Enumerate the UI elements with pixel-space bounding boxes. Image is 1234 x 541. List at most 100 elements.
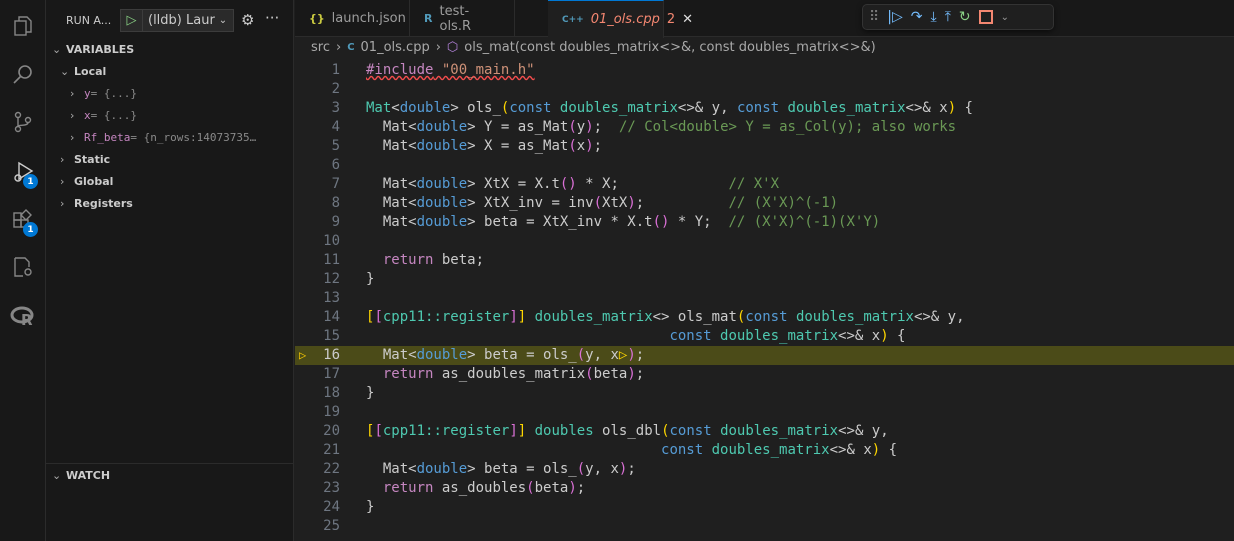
line-number[interactable]: 12 (295, 270, 340, 289)
extensions-icon[interactable]: 1 (0, 200, 46, 240)
breakpoint-current-icon[interactable]: ▷ (299, 346, 306, 365)
variable-item[interactable]: › y = {...} (70, 82, 137, 104)
code-line[interactable]: 16 ▷ Mat<double> beta = ols_(y, x▷); (295, 346, 1234, 365)
gear-icon[interactable]: ⚙ (241, 11, 254, 29)
code-token: ( (661, 423, 670, 439)
search-icon[interactable] (0, 54, 46, 94)
code-line[interactable]: 15 const doubles_matrix<>& x) { (295, 327, 1234, 346)
code-line[interactable]: 24} (295, 498, 1234, 517)
stop-icon[interactable] (978, 10, 993, 24)
line-number[interactable]: 21 (295, 441, 340, 460)
line-number[interactable]: 10 (295, 232, 340, 251)
code-line[interactable]: 11 return beta; (295, 251, 1234, 270)
line-number[interactable]: 18 (295, 384, 340, 403)
code-text: Mat<double> XtX_inv = inv(XtX); // (X'X)… (366, 194, 838, 213)
start-debugging-icon[interactable]: ▷ (121, 10, 143, 31)
code-token: beta; (433, 252, 485, 268)
code-line[interactable]: 6 (295, 156, 1234, 175)
tab-test-ols-r[interactable]: Rtest-ols.R (410, 0, 515, 37)
scope-global[interactable]: › Global (60, 170, 113, 192)
line-number[interactable]: 5 (295, 137, 340, 156)
code-token: <>& y, (838, 423, 889, 439)
line-number[interactable]: 19 (295, 403, 340, 422)
line-number[interactable]: 6 (295, 156, 340, 175)
breadcrumb-folder[interactable]: src (311, 40, 330, 55)
code-text: return as_doubles_matrix(beta); (366, 365, 644, 384)
close-icon[interactable]: ✕ (682, 12, 693, 27)
step-out-icon[interactable]: ⤒ (945, 9, 951, 25)
code-line[interactable]: 12} (295, 270, 1234, 289)
line-number[interactable]: 23 (295, 479, 340, 498)
code-line[interactable]: 10 (295, 232, 1234, 251)
code-line[interactable]: 19 (295, 403, 1234, 422)
line-number[interactable]: 1 (295, 61, 340, 80)
code-line[interactable]: 22 Mat<double> beta = ols_(y, x); (295, 460, 1234, 479)
code-line[interactable]: 8 Mat<double> XtX_inv = inv(XtX); // (X'… (295, 194, 1234, 213)
scope-local[interactable]: ⌄ Local (60, 60, 106, 82)
scope-label: Local (74, 64, 107, 78)
code-line[interactable]: 25 (295, 517, 1234, 536)
code-line[interactable]: 4 Mat<double> Y = as_Mat(y); // Col<doub… (295, 118, 1234, 137)
step-into-icon[interactable]: ⤓ (930, 9, 936, 25)
tab-01-ols-cpp[interactable]: C++ 01_ols.cpp 2 ✕ (548, 0, 693, 38)
run-debug-icon[interactable]: 1 (0, 152, 46, 192)
line-number[interactable]: 7 (295, 175, 340, 194)
code-line[interactable]: 1 #include "00_main.h" (295, 61, 1234, 80)
line-number[interactable]: 9 (295, 213, 340, 232)
code-line[interactable]: 14 [[cpp11::register]] doubles_matrix<> o… (295, 308, 1234, 327)
line-number[interactable]: 3 (295, 99, 340, 118)
tab-launch-json[interactable]: {} launch.json (295, 0, 410, 37)
code-line[interactable]: 13 (295, 289, 1234, 308)
code-line[interactable]: 17 return as_doubles_matrix(beta); (295, 365, 1234, 384)
code-token: doubles_matrix (711, 442, 830, 458)
code-line[interactable]: 23 return as_doubles(beta); (295, 479, 1234, 498)
watch-section-header[interactable]: ⌄ WATCH (52, 464, 110, 486)
scope-static[interactable]: › Static (60, 148, 110, 170)
line-number[interactable]: 17 (295, 365, 340, 384)
variables-section-header[interactable]: ⌄ VARIABLES (52, 38, 134, 60)
line-number[interactable]: 24 (295, 498, 340, 517)
variable-item[interactable]: › x = {...} (70, 104, 137, 126)
step-over-icon[interactable]: ↷ (911, 9, 923, 25)
source-control-icon[interactable] (0, 102, 46, 142)
code-token: > beta = XtX_inv * X.t (467, 214, 653, 230)
scope-registers[interactable]: › Registers (60, 192, 133, 214)
line-number[interactable]: 8 (295, 194, 340, 213)
line-number[interactable]: 15 (295, 327, 340, 346)
line-number[interactable]: 22 (295, 460, 340, 479)
code-line[interactable]: 20 [[cpp11::register]] doubles ols_dbl(co… (295, 422, 1234, 441)
breadcrumb-symbol[interactable]: ols_mat(const doubles_matrix<>&, const d… (464, 40, 875, 55)
code-line[interactable]: 5 Mat<double> X = as_Mat(x); (295, 137, 1234, 156)
continue-icon[interactable]: |▷ (887, 9, 902, 25)
line-number[interactable]: 14 (295, 308, 340, 327)
chevron-right-icon: › (60, 174, 65, 188)
restart-icon[interactable]: ↻ (959, 9, 971, 25)
code-line[interactable]: 18} (295, 384, 1234, 403)
code-token: Mat< (366, 214, 417, 230)
drag-handle-icon[interactable]: ⠿ (869, 9, 879, 25)
code-line[interactable]: 7 Mat<double> XtX = X.t() * X; // X'X (295, 175, 1234, 194)
code-line[interactable]: 3 Mat<double> ols_(const doubles_matrix<>… (295, 99, 1234, 118)
code-text: } (366, 384, 374, 403)
code-line[interactable]: 21 const doubles_matrix<>& x) { (295, 441, 1234, 460)
chevron-down-icon[interactable]: ⌄ (1001, 12, 1009, 23)
more-actions-icon[interactable]: ··· (265, 9, 279, 27)
line-number[interactable]: 11 (295, 251, 340, 270)
line-number[interactable]: 4 (295, 118, 340, 137)
code-token: () (652, 214, 670, 230)
cmake-tools-icon[interactable] (0, 247, 46, 287)
explorer-icon[interactable] (0, 6, 46, 46)
launch-config-select[interactable]: ▷ (lldb) Laur ⌄ (120, 9, 234, 32)
line-number[interactable]: 25 (295, 517, 340, 536)
breadcrumb-file[interactable]: 01_ols.cpp (361, 40, 430, 55)
code-line[interactable]: 2 (295, 80, 1234, 99)
line-number[interactable]: 2 (295, 80, 340, 99)
code-token: beta (593, 366, 628, 382)
line-number[interactable]: 20 (295, 422, 340, 441)
line-number[interactable]: 13 (295, 289, 340, 308)
r-icon[interactable]: R (0, 296, 46, 336)
variable-item[interactable]: › Rf_beta = {n_rows:14073735… (70, 126, 256, 148)
code-token: ) (627, 195, 636, 211)
code-line[interactable]: 9 Mat<double> beta = XtX_inv * X.t() * Y… (295, 213, 1234, 232)
